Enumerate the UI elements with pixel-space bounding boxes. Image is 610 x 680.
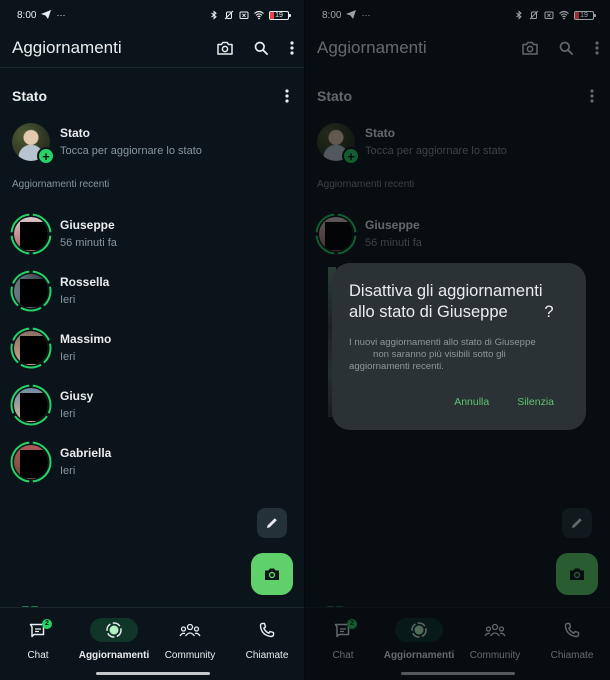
camera-icon: [265, 568, 279, 580]
pencil-icon: [267, 518, 277, 528]
status-time: Ieri: [60, 407, 76, 420]
contact-name: Rossella: [60, 274, 110, 289]
camera-icon: [217, 41, 233, 55]
home-indicator[interactable]: [96, 672, 210, 675]
status-time: Ieri: [60, 350, 76, 363]
my-status-row[interactable]: + Stato Tocca per aggiornare lo stato: [12, 123, 202, 165]
updates-screen-with-dialog: 8:00 ··· 19 Aggiornamenti Stato + Stato …: [305, 0, 610, 680]
contact-name: Giuseppe: [60, 217, 115, 232]
tab-updates[interactable]: Aggiornamenti: [76, 618, 152, 661]
camera-button[interactable]: [207, 30, 243, 66]
bluetooth-icon: [211, 10, 217, 20]
unread-badge: 2: [42, 619, 52, 629]
vibrate-off-icon: [224, 10, 234, 20]
more-options-button[interactable]: [279, 30, 305, 66]
status-ring: [10, 327, 52, 369]
recent-status-list: Giuseppe 56 minuti fa Rossella Ieri Mass…: [10, 205, 117, 490]
battery-icon: 19: [269, 10, 291, 20]
status-thumbnail: [14, 330, 48, 365]
status-ring: [10, 384, 52, 426]
list-item[interactable]: Gabriella Ieri: [10, 433, 117, 490]
status-thumbnail: [14, 216, 48, 251]
edit-text-status-button[interactable]: [257, 508, 287, 538]
tab-label: Aggiornamenti: [78, 650, 150, 661]
page-title: Aggiornamenti: [12, 38, 122, 57]
contact-name: Giusy: [60, 388, 94, 403]
wifi-icon: [254, 10, 264, 20]
more-vert-icon: [290, 41, 294, 55]
status-bar: 8:00 ··· 19: [0, 0, 305, 30]
status-ring: [10, 270, 52, 312]
status-time: 56 minuti fa: [60, 236, 117, 249]
telegram-send-icon: [41, 9, 52, 21]
dialog-title: Disattiva gli aggiornamenti allo stato d…: [349, 282, 554, 321]
contact-name: Gabriella: [60, 445, 112, 460]
list-item[interactable]: Massimo Ieri: [10, 319, 117, 376]
status-segment: [20, 306, 42, 311]
section-title: Stato: [12, 88, 47, 104]
search-icon: [254, 41, 268, 55]
status-time: 8:00: [17, 9, 37, 21]
cancel-button[interactable]: Annulla: [454, 396, 489, 408]
status-thumbnail: [14, 273, 48, 308]
avatar: +: [12, 123, 55, 165]
tab-community[interactable]: Community: [152, 618, 228, 661]
tab-label: Chat: [27, 650, 49, 661]
app-bar: Aggiornamenti: [0, 30, 305, 66]
dialog-message: I nuovi aggiornamenti allo stato di Gius…: [349, 337, 536, 372]
my-status-subtitle: Tocca per aggiornare lo stato: [60, 145, 202, 157]
mute-status-dialog: Disattiva gli aggiornamenti allo stato d…: [332, 263, 586, 430]
updates-screen: 8:00 ··· 19 Aggiornamenti Stato + Stato …: [0, 0, 305, 680]
list-item[interactable]: Giusy Ieri: [10, 376, 117, 433]
status-more-button[interactable]: [277, 84, 297, 108]
phone-icon: [259, 622, 275, 638]
search-button[interactable]: [243, 30, 279, 66]
recent-updates-label: Aggiornamenti recenti: [12, 179, 110, 190]
status-time: Ieri: [60, 293, 76, 306]
my-status-name: Stato: [60, 126, 90, 140]
system-icons: 19: [209, 10, 291, 20]
status-thumbnail: [14, 387, 48, 422]
app-bar-divider: [0, 67, 305, 68]
community-icon: [179, 623, 201, 637]
tab-calls[interactable]: Chiamate: [229, 618, 305, 661]
mute-button[interactable]: Silenzia: [517, 396, 554, 408]
status-ring: [10, 441, 52, 483]
list-item[interactable]: Giuseppe 56 minuti fa: [10, 205, 117, 262]
status-thumbnail: [14, 444, 48, 479]
updates-icon: [106, 622, 122, 638]
tab-label: Chiamate: [245, 650, 289, 661]
bottom-navigation: 2 Chat Aggiornamenti Community Chiamate: [0, 607, 305, 680]
no-sim-icon: [239, 11, 249, 19]
add-status-icon: +: [37, 147, 55, 165]
status-overflow-dots: ···: [56, 10, 66, 20]
status-section-header: Stato: [12, 84, 297, 108]
tab-chat[interactable]: 2 Chat: [0, 618, 76, 661]
status-time: Ieri: [60, 464, 76, 477]
battery-level: 19: [275, 11, 283, 19]
tab-label: Community: [164, 650, 216, 661]
list-item[interactable]: Rossella Ieri: [10, 262, 117, 319]
camera-status-button[interactable]: [251, 553, 293, 595]
more-vert-icon: [285, 89, 289, 103]
status-segment: [20, 363, 42, 368]
contact-name: Massimo: [60, 331, 112, 346]
status-ring: [10, 213, 52, 255]
